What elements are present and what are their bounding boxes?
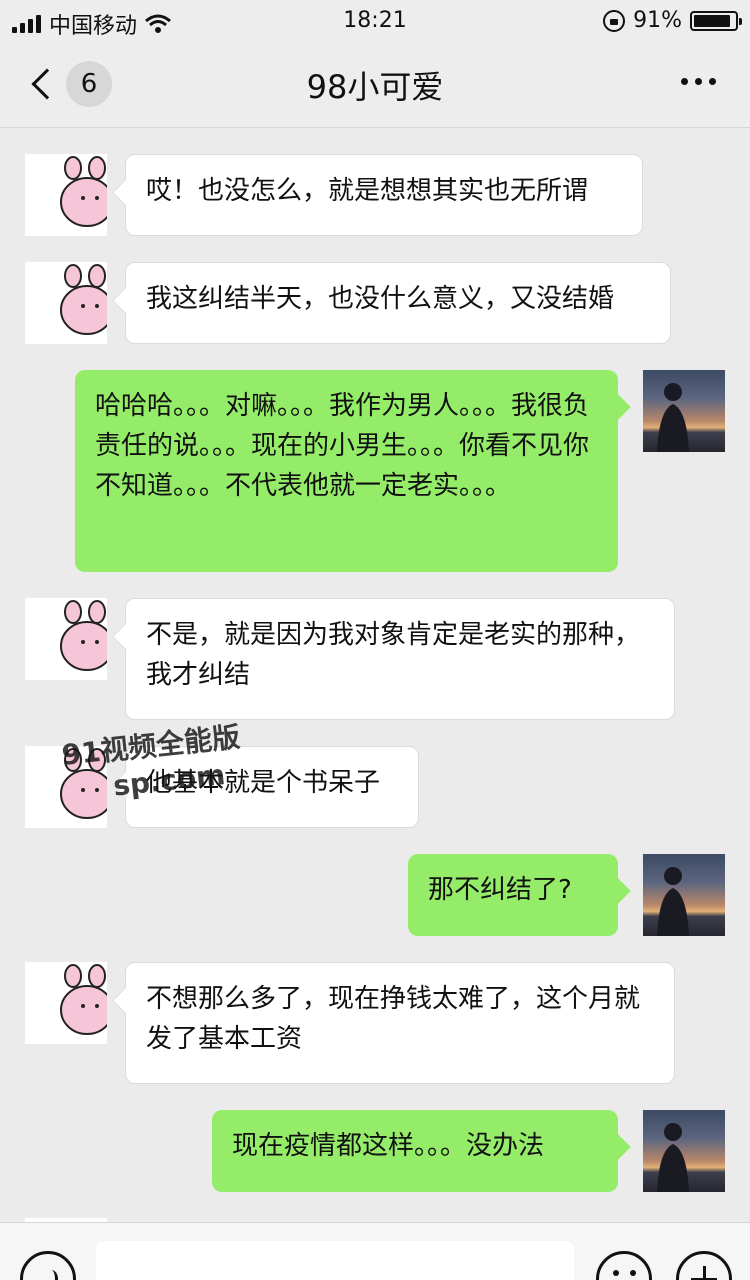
chat-header: 6 98小可爱 [0,40,750,128]
bunny-avatar-icon [60,600,107,671]
contact-avatar[interactable] [25,262,107,344]
contact-avatar[interactable] [25,598,107,680]
message-bubble[interactable]: 他基本就是个书呆子 [125,746,419,828]
bunny-avatar-icon [60,748,107,819]
message-bubble[interactable]: 哈哈哈。。。对嘛。。。我作为男人。。。我很负责任的说。。。现在的小男生。。。你看… [75,370,618,572]
emoji-icon[interactable] [596,1251,652,1280]
silhouette-sunset-avatar-icon [657,867,689,936]
input-bar [0,1222,750,1280]
battery-fill [694,14,731,27]
more-dot [709,78,716,85]
silhouette-sunset-avatar-icon [657,1123,689,1192]
chat-title: 98小可爱 [306,68,444,106]
more-dots-icon [681,78,688,85]
bunny-avatar-icon [60,264,107,335]
user-avatar[interactable] [643,854,725,936]
status-bar: 中国移动 18:21 91% [0,0,750,40]
message-bubble[interactable]: 不想那么多了，现在挣钱太难了，这个月就发了基本工资 [125,962,675,1084]
user-avatar[interactable] [643,1110,725,1192]
voice-icon[interactable] [20,1251,76,1280]
battery-percent: 91% [633,8,682,33]
contact-avatar[interactable] [25,962,107,1044]
more-dot [695,78,702,85]
message-bubble[interactable]: 现在疫情都这样。。。没办法 [212,1110,618,1192]
message-bubble[interactable]: 哎！也没怎么，就是想想其实也无所谓 [125,154,643,236]
bunny-avatar-icon [60,964,107,1035]
message-bubble[interactable]: 我这纠结半天，也没什么意义，又没结婚 [125,262,671,344]
user-avatar[interactable] [643,370,725,452]
battery-icon [690,10,742,31]
message-input[interactable] [96,1241,574,1280]
message-bubble[interactable]: 那不纠结了? [408,854,618,936]
more-button[interactable] [681,78,716,85]
bunny-avatar-icon [60,156,107,227]
plus-icon[interactable] [676,1251,732,1280]
silhouette-sunset-avatar-icon [657,383,689,452]
rotation-lock-icon [603,9,626,32]
message-bubble[interactable]: 不是，就是因为我对象肯定是老实的那种，我才纠结 [125,598,675,720]
contact-avatar[interactable] [25,154,107,236]
contact-avatar[interactable] [25,746,107,828]
